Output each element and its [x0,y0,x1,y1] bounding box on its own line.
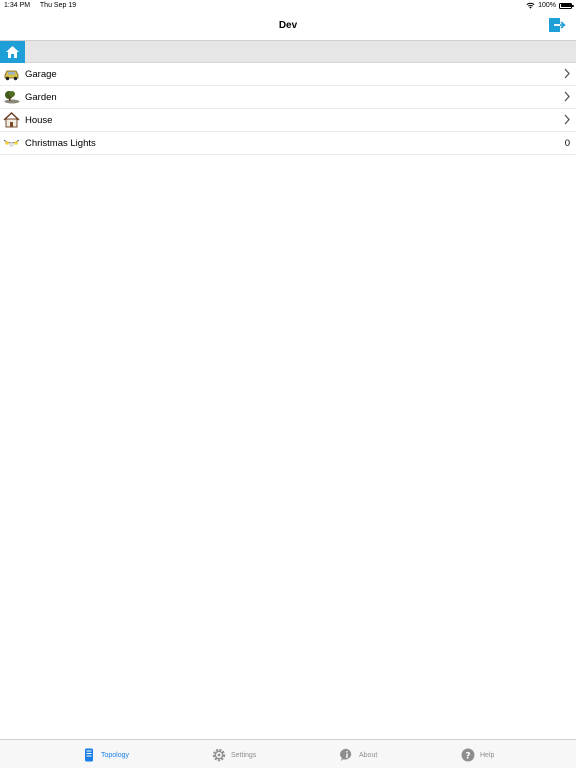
chevron-right-icon [564,114,570,125]
list-item-label: Christmas Lights [25,138,96,149]
breadcrumb [0,40,576,63]
battery-percent: 100% [538,2,556,9]
tab-topology[interactable]: Topology [82,746,129,764]
topology-list: Garage Garden House Christmas Lights 0 [0,63,576,155]
list-item-house[interactable]: House [0,109,576,132]
navigation-bar: Dev [0,12,576,40]
logout-icon [549,18,566,32]
house-icon [3,112,20,128]
chevron-right-icon [564,68,570,79]
list-item-value: 0 [564,138,570,149]
tab-bar: Topology Settings About ? Help [0,739,576,768]
logout-button[interactable] [548,17,566,33]
tab-label: Settings [231,751,257,759]
list-item-christmas-lights[interactable]: Christmas Lights 0 [0,132,576,155]
list-item-label: House [25,115,53,126]
info-icon [340,748,352,761]
home-button[interactable] [0,41,25,63]
topology-icon [85,748,93,762]
tab-label: About [359,751,378,759]
tab-help[interactable]: ? Help [461,746,494,764]
list-item-garden[interactable]: Garden [0,86,576,109]
chevron-right-icon [564,91,570,102]
tab-settings[interactable]: Settings [212,746,256,764]
battery-icon [559,2,574,9]
home-icon [6,46,19,58]
car-icon [4,70,19,81]
list-item-garage[interactable]: Garage [0,63,576,86]
status-date: Thu Sep 19 [39,2,77,9]
list-item-label: Garden [25,92,57,103]
page-title: Dev [278,20,298,31]
lights-icon [3,139,20,147]
gear-icon [212,748,226,762]
status-bar: 1:34 PM Thu Sep 19 100% [0,0,576,12]
status-time: 1:34 PM [4,2,31,9]
wifi-icon [526,2,535,9]
tab-about[interactable]: About [340,746,377,764]
svg-text:?: ? [465,751,470,761]
list-item-label: Garage [25,69,57,80]
tab-label: Help [480,751,495,759]
help-icon: ? [461,748,475,762]
tab-label: Topology [101,751,130,759]
garden-icon [4,91,20,104]
